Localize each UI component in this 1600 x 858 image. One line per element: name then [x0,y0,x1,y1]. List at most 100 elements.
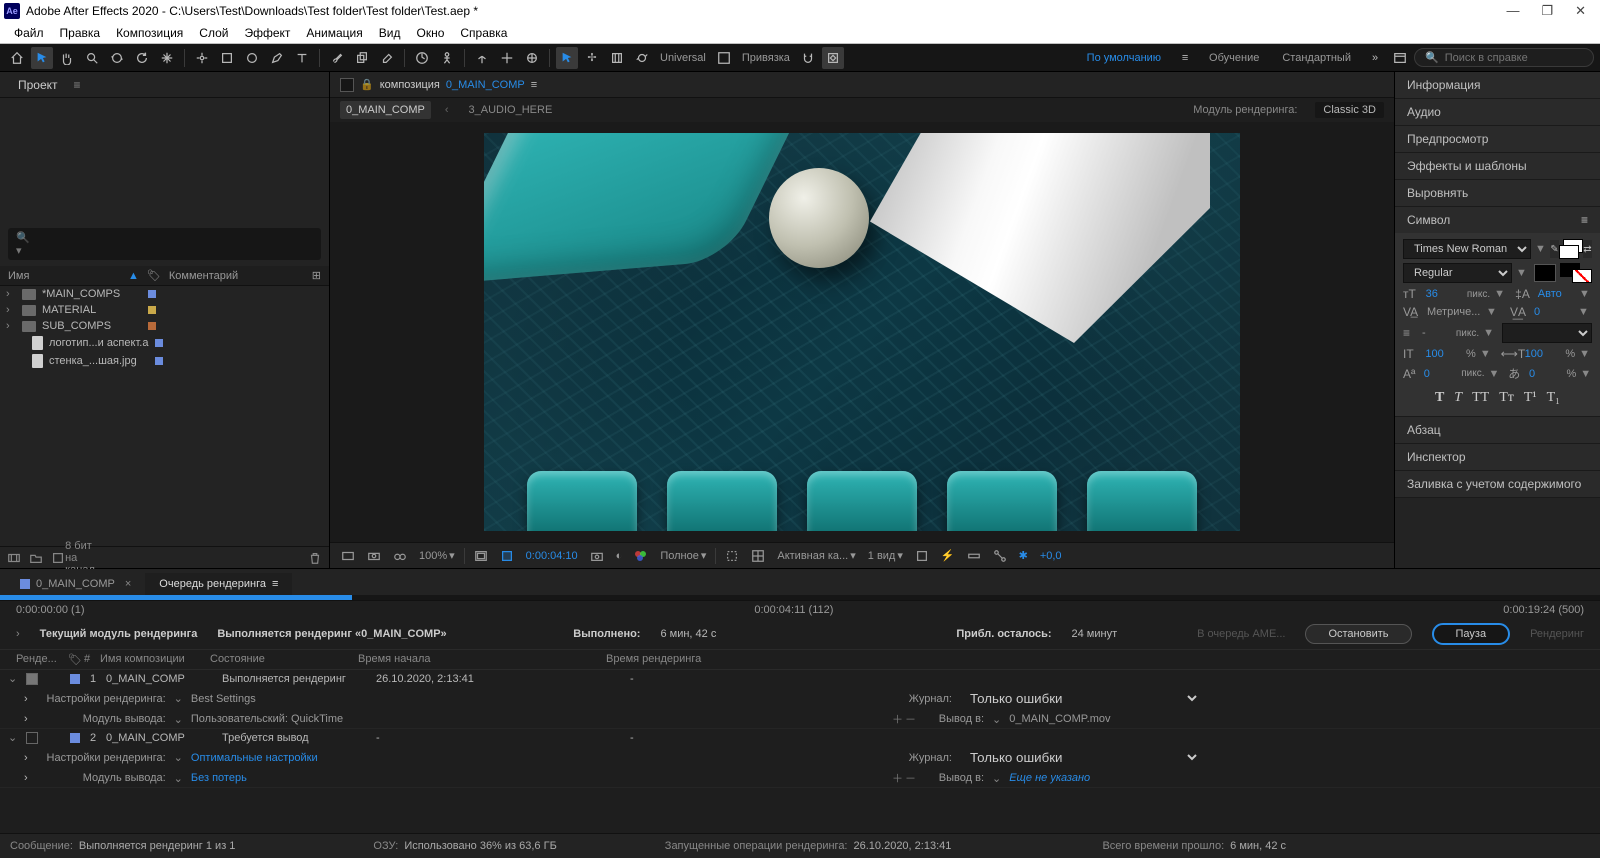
snap-plus-icon[interactable]: ✢ [581,47,603,69]
eraser-tool[interactable] [376,47,398,69]
remove-output-icon[interactable]: － [905,770,916,786]
orbit-tool[interactable] [106,47,128,69]
views-select[interactable]: 1 вид ▾ [865,548,906,563]
comp-tab-audio[interactable]: 3_AUDIO_HERE [463,101,559,119]
vscale-input[interactable]: 100 [1425,348,1462,360]
lock-icon[interactable]: 🔒 [360,78,374,91]
col-compname[interactable]: Имя композиции [100,653,210,666]
hscale-dd-icon[interactable]: ▼ [1579,348,1592,360]
col-name[interactable]: Имя [8,270,128,282]
label-swatch[interactable] [70,733,80,743]
new-folder-icon[interactable] [28,550,44,566]
pixel-aspect-icon[interactable] [912,549,932,563]
hscale-input[interactable]: 100 [1525,348,1562,360]
col-tag[interactable]: 🏷 [68,653,84,666]
baseline-dd-icon[interactable]: ▼ [1489,368,1501,380]
character-panel-title[interactable]: Символ [1407,213,1450,227]
snap-refresh-icon[interactable] [631,47,653,69]
character-panel-menu-icon[interactable]: ≡ [1581,213,1588,227]
minimize-button[interactable]: — [1506,3,1519,19]
kerning-dd-icon[interactable]: ▼ [1486,306,1500,318]
pause-button[interactable]: Пауза [1432,623,1511,645]
workspace-standard[interactable]: Стандартный [1272,49,1361,67]
leading-dd-icon[interactable]: ▼ [1579,288,1592,300]
baseline-input[interactable]: 0 [1424,368,1458,380]
rotation-tool[interactable] [131,47,153,69]
fill-color-swatch[interactable] [1534,264,1556,282]
col-state[interactable]: Состояние [210,653,358,666]
output-value[interactable]: Пользовательский: QuickTime [191,713,343,725]
outputto-dd-icon[interactable]: ⌄ [992,772,1001,785]
snap-checkbox[interactable] [713,47,735,69]
twisty-icon[interactable]: › [24,772,28,784]
project-tab[interactable]: Проект [10,74,66,96]
tsume-input[interactable]: 0 [1529,368,1563,380]
label-swatch[interactable] [148,322,156,330]
alpha-icon[interactable] [338,549,358,563]
outputto-value[interactable]: Еще не указано [1009,772,1090,784]
delete-icon[interactable] [307,550,323,566]
label-swatch[interactable] [155,357,163,365]
mask-icon[interactable] [497,549,517,563]
hierarchy-icon[interactable]: ⊞ [312,269,321,282]
col-render[interactable]: Ренде... [16,653,68,666]
comp-tab-main[interactable]: 0_MAIN_COMP [340,101,431,119]
project-search[interactable]: 🔍▾ [8,228,321,260]
panel-preview[interactable]: Предпросмотр [1395,126,1600,153]
exposure-value[interactable]: +0,0 [1037,550,1065,562]
twisty-icon[interactable]: › [6,304,16,316]
zoom-tool[interactable] [81,47,103,69]
project-item[interactable]: логотип...и аспект.ai [0,334,329,352]
timeline-tab[interactable]: 0_MAIN_COMP × [6,573,145,595]
project-item[interactable]: ›SUB_COMPS [0,318,329,334]
menu-help[interactable]: Справка [452,24,515,42]
label-swatch[interactable] [148,290,156,298]
type-tool[interactable] [291,47,313,69]
menu-window[interactable]: Окно [408,24,452,42]
label-swatch[interactable] [70,674,80,684]
panel-paragraph[interactable]: Абзац [1395,417,1600,444]
twisty-icon[interactable]: ⌄ [8,731,20,744]
col-num[interactable]: # [84,653,100,666]
renderer-value[interactable]: Classic 3D [1315,102,1384,118]
allcaps-button[interactable]: TT [1472,390,1489,406]
menu-view[interactable]: Вид [371,24,409,42]
workspace-reset-icon[interactable] [1389,47,1411,69]
fast-preview-icon[interactable]: ⚡ [938,549,958,562]
settings-value[interactable]: Best Settings [191,693,256,705]
font-style-select[interactable]: Regular [1403,263,1512,283]
viewaxis-tool[interactable] [521,47,543,69]
panel-content-aware[interactable]: Заливка с учетом содержимого [1395,471,1600,498]
rect-tool[interactable] [216,47,238,69]
workspace-overflow-icon[interactable]: » [1364,47,1386,69]
tracking-input[interactable]: 0 [1534,306,1574,318]
subscript-button[interactable]: T₁ [1547,390,1560,406]
kerning-input[interactable]: Метриче... [1427,306,1482,318]
show-snapshot-icon[interactable]: ◐ [613,550,626,562]
snap-magnet-icon[interactable] [797,47,819,69]
current-twisty[interactable]: › [16,628,20,640]
safe-zones-icon[interactable] [471,549,491,563]
twisty-icon[interactable]: › [24,752,28,764]
col-comment[interactable]: Комментарий [169,270,238,282]
settings-dd-icon[interactable]: ⌄ [174,692,183,705]
roto-tool[interactable] [411,47,433,69]
twisty-icon[interactable]: › [6,288,16,300]
interpret-icon[interactable] [6,550,22,566]
worldaxis-tool[interactable] [496,47,518,69]
menu-file[interactable]: Файл [6,24,52,42]
col-started[interactable]: Время начала [358,653,606,666]
puppet-tool[interactable] [436,47,458,69]
twisty-icon[interactable]: › [6,320,16,332]
panel-effects[interactable]: Эффекты и шаблоны [1395,153,1600,180]
output-value[interactable]: Без потерь [191,772,247,784]
stroke-width-input[interactable]: - [1422,327,1452,339]
font-family-select[interactable]: Times New Roman [1403,239,1531,259]
comp-breadcrumb-name[interactable]: 0_MAIN_COMP [446,79,525,91]
bpc-toggle[interactable]: 8 бит на канал [72,550,88,566]
eyedropper-icon[interactable]: ✎ [1550,240,1559,258]
project-columns-header[interactable]: Имя ▲ 🏷 Комментарий ⊞ [0,266,329,286]
tsume-dd-icon[interactable]: ▼ [1580,368,1592,380]
faux-italic-button[interactable]: T [1454,390,1462,406]
ellipse-tool[interactable] [241,47,263,69]
